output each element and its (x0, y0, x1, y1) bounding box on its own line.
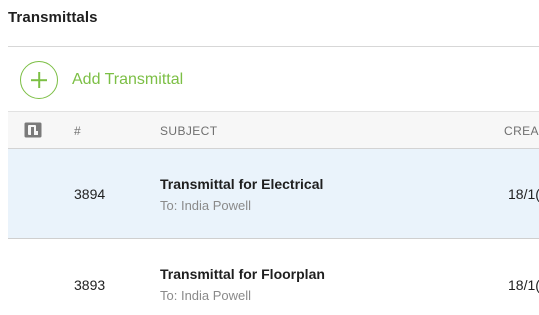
row-recipient: To: India Powell (160, 288, 252, 303)
add-transmittal-label: Add Transmittal (72, 71, 184, 88)
row-recipient: To: India Powell (160, 198, 252, 213)
row-created-date: 18/1( (508, 277, 539, 293)
row-number: 3893 (74, 277, 106, 293)
row-number: 3894 (74, 186, 106, 202)
row-created-date: 18/1( (508, 186, 539, 202)
column-header-number[interactable]: # (74, 124, 81, 138)
table-header: # SUBJECT CREA (8, 111, 539, 149)
row-subject: Transmittal for Floorplan (160, 266, 325, 282)
attachment-icon[interactable] (24, 122, 42, 138)
column-header-created[interactable]: CREA (504, 124, 539, 138)
add-transmittal-button[interactable]: Add Transmittal (20, 60, 183, 100)
page-title: Transmittals (8, 9, 98, 26)
plus-circle-icon (20, 61, 58, 99)
row-subject: Transmittal for Electrical (160, 176, 324, 192)
transmittals-page: Transmittals Add Transmittal # SUBJECT C… (0, 0, 539, 315)
table-row[interactable]: 3893 Transmittal for Floorplan To: India… (8, 240, 539, 315)
table-row[interactable]: 3894 Transmittal for Electrical To: Indi… (8, 149, 539, 239)
column-header-subject[interactable]: SUBJECT (160, 124, 217, 138)
title-divider (8, 46, 539, 47)
